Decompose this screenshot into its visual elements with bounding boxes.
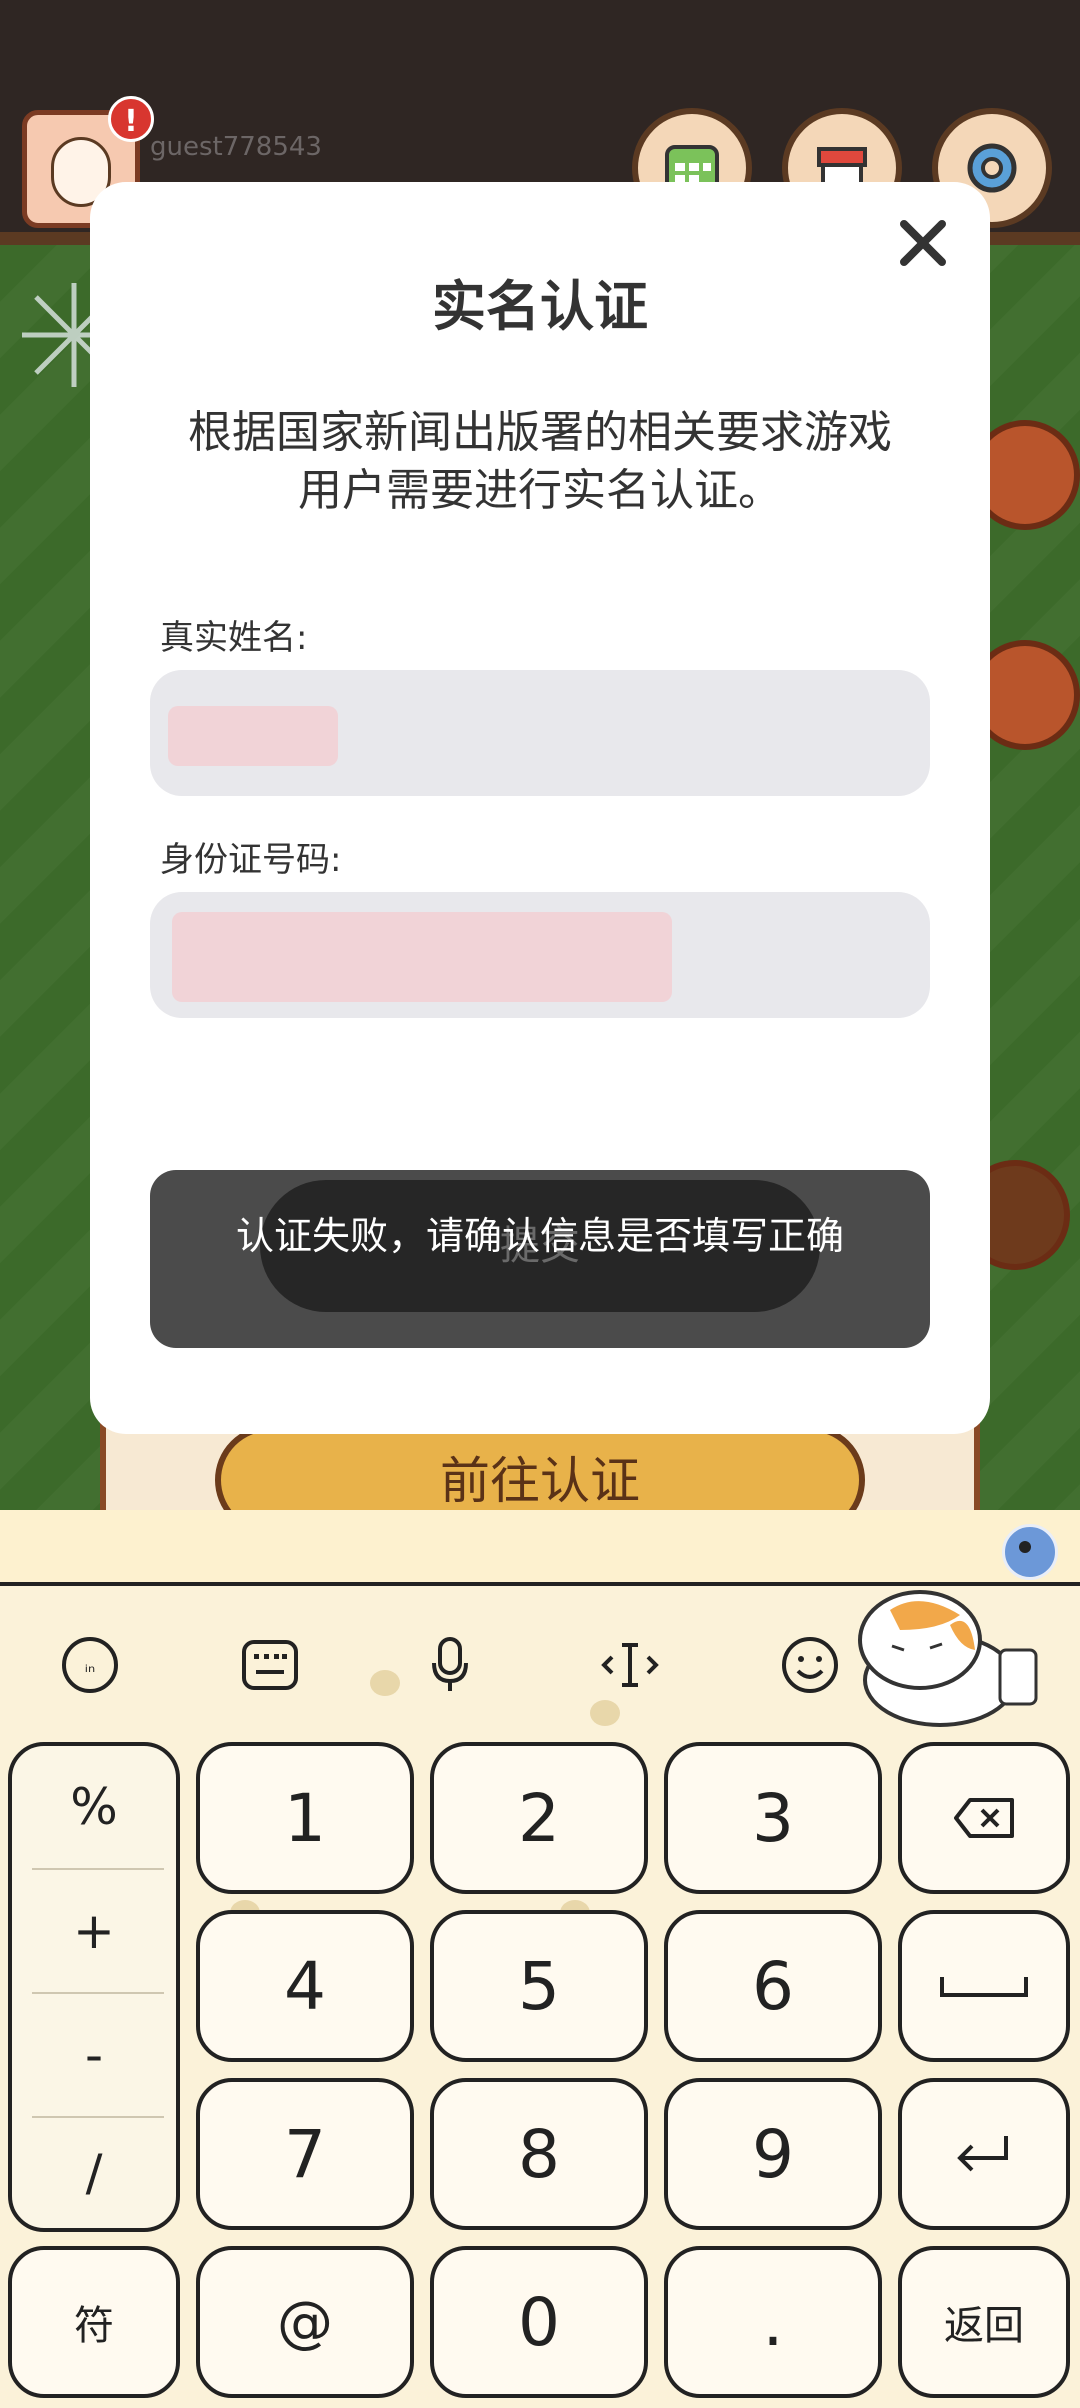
- error-toast: 提交 认证失败，请确认信息是否填写正确: [150, 1170, 930, 1348]
- keyboard-icon[interactable]: [235, 1630, 305, 1700]
- symbols-key[interactable]: 符: [8, 2246, 180, 2398]
- goto-verify-button[interactable]: 前往认证: [215, 1425, 865, 1510]
- dot-key[interactable]: .: [664, 2246, 882, 2398]
- key-8[interactable]: 8: [430, 2078, 648, 2230]
- key-6[interactable]: 6: [664, 1910, 882, 2062]
- redacted-value: [168, 706, 338, 766]
- key-plus[interactable]: +: [12, 1870, 176, 1992]
- numeric-keyboard: ᵢₙ % + - / 1 2 3 4 5 6 7 8 9 符 @ 0 . 返回: [0, 1510, 1080, 2408]
- close-icon: [900, 220, 946, 266]
- id-label: 身份证号码:: [160, 840, 342, 880]
- real-name-dialog: 实名认证 根据国家新闻出版署的相关要求游戏用户需要进行实名认证。 真实姓名: 身…: [90, 182, 990, 1434]
- svg-text:ᵢₙ: ᵢₙ: [85, 1656, 95, 1677]
- backspace-key[interactable]: [898, 1742, 1070, 1894]
- return-key[interactable]: 返回: [898, 2246, 1070, 2398]
- key-percent[interactable]: %: [12, 1746, 176, 1868]
- key-5[interactable]: 5: [430, 1910, 648, 2062]
- microphone-icon[interactable]: [415, 1630, 485, 1700]
- dialog-description: 根据国家新闻出版署的相关要求游戏用户需要进行实名认证。: [188, 407, 892, 516]
- handwriting-icon[interactable]: ᵢₙ: [55, 1630, 125, 1700]
- key-slash[interactable]: /: [12, 2112, 176, 2228]
- real-name-field[interactable]: [150, 670, 930, 796]
- username: guest778543: [150, 132, 322, 162]
- toast-message: 认证失败，请确认信息是否填写正确: [235, 1214, 844, 1258]
- enter-icon: [957, 2136, 1008, 2172]
- key-2[interactable]: 2: [430, 1742, 648, 1894]
- at-key[interactable]: @: [196, 2246, 414, 2398]
- key-minus[interactable]: -: [12, 1994, 176, 2116]
- key-0[interactable]: 0: [430, 2246, 648, 2398]
- cursor-move-icon[interactable]: [595, 1630, 665, 1700]
- dialog-title: 实名认证: [432, 275, 648, 338]
- key-4[interactable]: 4: [196, 1910, 414, 2062]
- id-number-field[interactable]: [150, 892, 930, 1018]
- space-key[interactable]: [898, 1910, 1070, 2062]
- symbol-column: % + - /: [8, 1742, 180, 2232]
- key-7[interactable]: 7: [196, 2078, 414, 2230]
- key-3[interactable]: 3: [664, 1742, 882, 1894]
- key-1[interactable]: 1: [196, 1742, 414, 1894]
- space-icon: [940, 1977, 1028, 1997]
- alert-badge: !: [108, 96, 154, 142]
- key-9[interactable]: 9: [664, 2078, 882, 2230]
- enter-key[interactable]: [898, 2078, 1070, 2230]
- backspace-icon: [954, 1798, 1014, 1838]
- name-label: 真实姓名:: [160, 618, 308, 658]
- cat-mascot-icon: [830, 1570, 1050, 1730]
- redacted-value: [172, 912, 672, 1002]
